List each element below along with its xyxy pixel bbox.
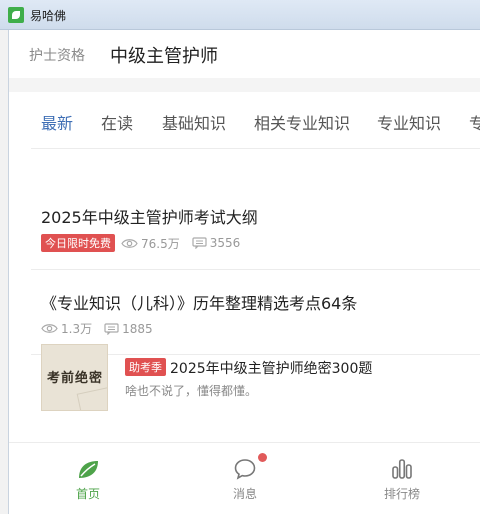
app-logo-icon <box>8 7 24 23</box>
chat-bubble-icon <box>234 459 256 480</box>
promo-badge: 助考季 <box>125 358 166 376</box>
tab-related-knowledge[interactable]: 相关专业知识 <box>254 110 350 134</box>
item-meta: 1.3万 1885 <box>41 320 153 337</box>
breadcrumb[interactable]: 护士资格 <box>29 45 85 65</box>
free-badge: 今日限时免费 <box>41 234 115 252</box>
bottom-nav: 首页 消息 排行榜 <box>9 442 480 514</box>
nav-home[interactable]: 首页 <box>28 443 148 514</box>
section-gap <box>9 78 480 92</box>
eye-icon <box>121 238 138 248</box>
tab-professional-more[interactable]: 专 <box>469 110 480 134</box>
tab-basic-knowledge[interactable]: 基础知识 <box>162 110 226 134</box>
item-meta: 今日限时免费 76.5万 3556 <box>41 234 240 252</box>
nav-messages-label: 消息 <box>232 487 257 501</box>
tab-professional-knowledge[interactable]: 专业知识 <box>377 110 441 134</box>
stamp-decoration <box>76 386 107 410</box>
article-list: 最新 在读 基础知识 相关专业知识 专业知识 专 2025年中级主管护师考试大纲… <box>31 92 480 442</box>
divider <box>31 269 480 270</box>
eye-icon <box>41 324 58 333</box>
leaf-icon <box>79 461 98 478</box>
nav-messages[interactable]: 消息 <box>185 443 305 514</box>
comment-count: 3556 <box>209 236 241 250</box>
item-title[interactable]: 2025年中级主管护师考试大纲 <box>41 204 258 228</box>
page-header: 护士资格 中级主管护师 <box>9 30 480 78</box>
nav-ranking-label: 排行榜 <box>383 487 420 501</box>
promo-subtitle: 啥也不说了，懂得都懂。 <box>125 384 258 398</box>
item-title[interactable]: 《专业知识（儿科）》历年整理精选考点64条 <box>41 290 357 314</box>
divider <box>31 148 480 149</box>
tab-latest[interactable]: 最新 <box>41 110 73 134</box>
page-title: 中级主管护师 <box>110 46 218 67</box>
view-count: 76.5万 <box>141 236 180 251</box>
app-frame: 护士资格 中级主管护师 最新 在读 基础知识 相关专业知识 专业知识 专 202… <box>8 30 480 514</box>
comment-count: 1885 <box>122 321 153 336</box>
view-count: 1.3万 <box>61 322 93 336</box>
promo-title-line[interactable]: 助考季 2025年中级主管护师绝密300题 <box>125 358 372 378</box>
unread-dot <box>258 453 267 462</box>
window-titlebar: 易哈佛 <box>0 0 480 30</box>
nav-home-label: 首页 <box>75 487 100 501</box>
tab-reading[interactable]: 在读 <box>101 110 133 134</box>
promo-title: 2025年中级主管护师绝密300题 <box>170 361 373 377</box>
bar-chart-icon <box>392 459 412 479</box>
comment-icon <box>192 237 207 249</box>
window-title: 易哈佛 <box>30 9 67 23</box>
category-tabs: 最新 在读 基础知识 相关专业知识 专业知识 专 <box>31 92 480 148</box>
thumbnail-text: 考前绝密 <box>47 371 104 386</box>
promo-thumbnail: 考前绝密 <box>41 344 108 411</box>
nav-ranking[interactable]: 排行榜 <box>342 443 462 514</box>
comment-icon <box>104 322 119 335</box>
